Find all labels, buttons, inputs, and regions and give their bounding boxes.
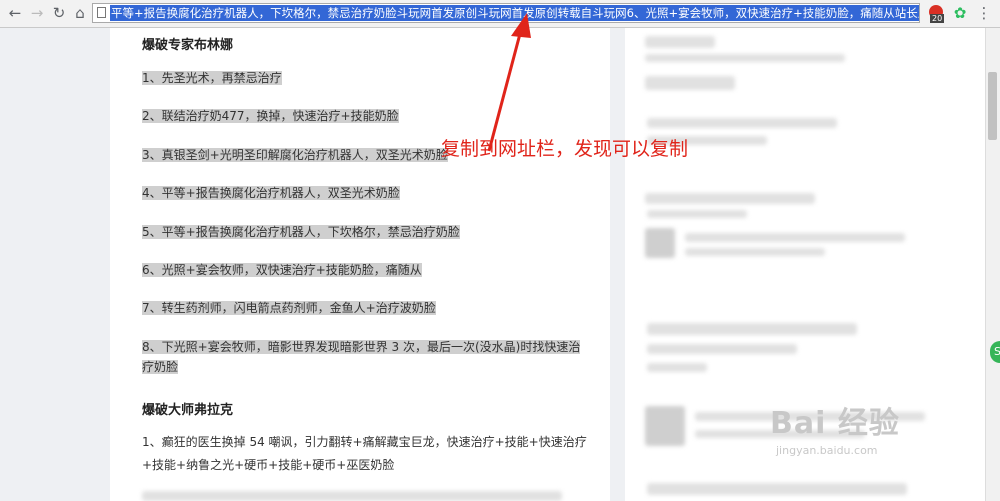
evernote-icon[interactable]: ✿ — [951, 4, 969, 22]
extension-red-icon[interactable]: 20 — [928, 4, 946, 23]
address-bar[interactable]: 平等+报告换腐化治疗机器人，下坎格尔，禁忌治疗奶脸斗玩网首发原创斗玩网首发原创转… — [92, 3, 920, 23]
scrollbar-thumb[interactable] — [988, 72, 997, 140]
extension-badge: 20 — [930, 14, 945, 23]
list-item: 1、癫狂的医生换掉 54 嘲讽，引力翻转+痛解藏宝巨龙，快速治疗+技能+快速治疗 — [142, 435, 587, 449]
list-item: 3、真银圣剑+光明圣印解腐化治疗机器人，双圣光术奶脸 — [142, 148, 448, 162]
home-icon[interactable]: ⌂ — [71, 4, 89, 22]
menu-icon[interactable]: ⋮ — [975, 4, 993, 22]
section-title: 爆破专家布林娜 — [142, 38, 234, 53]
address-bar-selected-text[interactable]: 平等+报告换腐化治疗机器人，下坎格尔，禁忌治疗奶脸斗玩网首发原创斗玩网首发原创转… — [110, 5, 919, 21]
list-item: 5、平等+报告换腐化治疗机器人，下坎格尔，禁忌治疗奶脸 — [142, 225, 460, 239]
vertical-scrollbar[interactable] — [985, 28, 1000, 501]
list-item: 4、平等+报告换腐化治疗机器人，双圣光术奶脸 — [142, 186, 400, 200]
section-title: 爆破大师弗拉克 — [142, 403, 234, 418]
list-item: +技能+纳鲁之光+硬币+技能+硬币+巫医奶脸 — [142, 458, 395, 472]
page-icon — [97, 7, 106, 18]
reload-icon[interactable]: ↻ — [50, 4, 68, 22]
annotation-text: 复制到网址栏，发现可以复制 — [441, 138, 689, 160]
list-item: 2、联结治疗奶477，换掉，快速治疗+技能奶脸 — [142, 109, 399, 123]
blurred-text — [142, 491, 562, 501]
back-icon[interactable]: ← — [6, 4, 24, 22]
watermark-logo: Bai 经验 — [770, 406, 900, 441]
list-item: 8、下光照+宴会牧师，暗影世界发现暗影世界 3 次，最后一次(没水晶)时找快速治 — [142, 340, 581, 354]
article-content: 爆破专家布林娜 1、先圣光术，再禁忌治疗 2、联结治疗奶477，换掉，快速治疗+… — [110, 28, 610, 501]
list-item: 疗奶脸 — [142, 360, 179, 374]
list-item: 6、光照+宴会牧师，双快速治疗+技能奶脸，痛随从 — [142, 263, 422, 277]
list-item: 1、先圣光术，再禁忌治疗 — [142, 71, 282, 85]
watermark: Bai 经验 jingyan.baidu.com — [770, 398, 900, 457]
watermark-url: jingyan.baidu.com — [776, 444, 878, 457]
list-item: 7、转生药剂师，闪电箭点药剂师，金鱼人+治疗波奶脸 — [142, 301, 436, 315]
forward-icon[interactable]: → — [28, 4, 46, 22]
browser-toolbar: ← → ↻ ⌂ 平等+报告换腐化治疗机器人，下坎格尔，禁忌治疗奶脸斗玩网首发原创… — [0, 0, 1000, 28]
